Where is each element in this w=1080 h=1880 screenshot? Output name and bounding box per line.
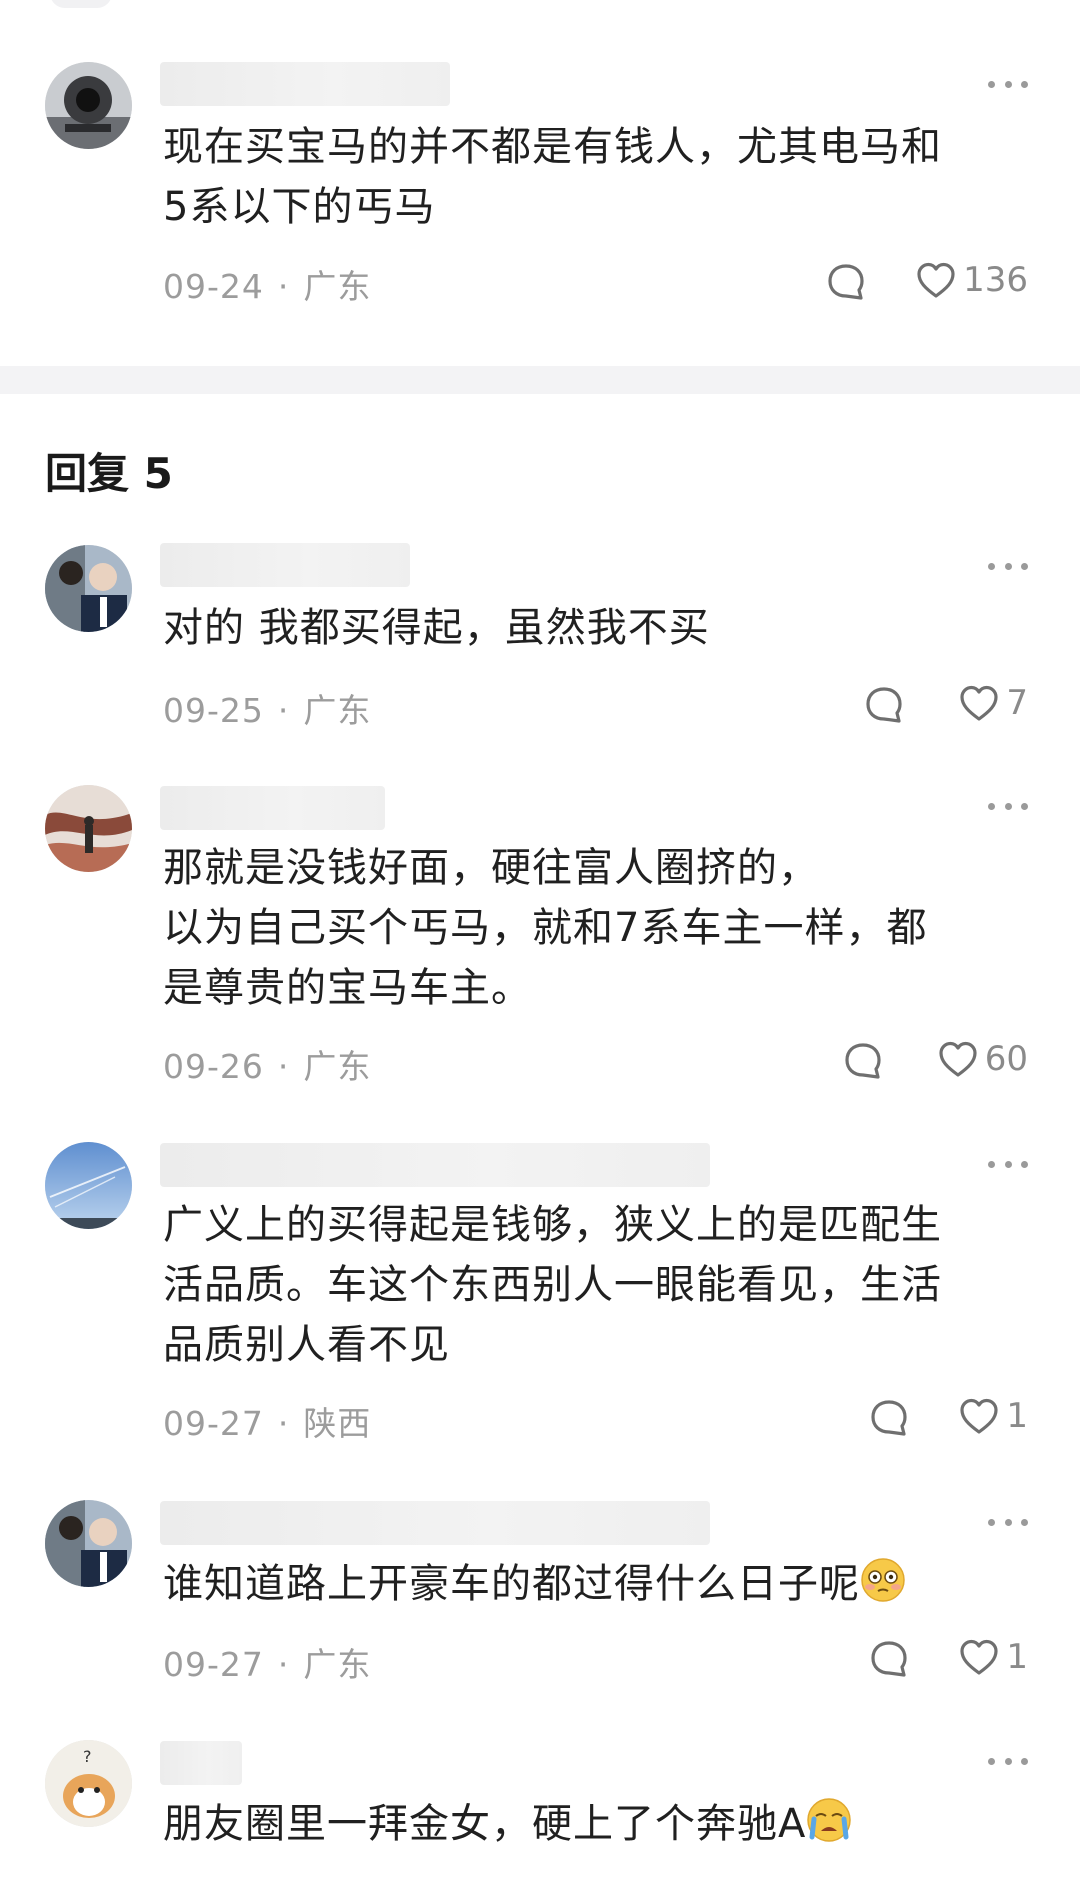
- comment-line: 现在买宝马的并不都是有钱人，尤其电马和: [163, 124, 942, 170]
- section-divider: [0, 366, 1080, 394]
- avatar[interactable]: [45, 1500, 132, 1587]
- comment-line-text: 谁知道路上开豪车的都过得什么日子呢: [163, 1561, 860, 1607]
- username-blurred[interactable]: [160, 62, 450, 106]
- comment-meta: 09-26 · 广东: [163, 1047, 372, 1086]
- comment-date: 09-26: [163, 1047, 264, 1086]
- comment-meta: 09-24 · 广东: [163, 267, 372, 306]
- comment-text: 谁知道路上开豪车的都过得什么日子呢: [163, 1554, 1023, 1614]
- like-button[interactable]: 1: [958, 1394, 1028, 1438]
- comment-location: 陕西: [303, 1404, 372, 1443]
- avatar[interactable]: [45, 62, 132, 149]
- username-blurred[interactable]: [160, 1741, 242, 1785]
- like-count: 1: [1006, 1396, 1028, 1436]
- comment-line: 对的 我都买得起，虽然我不买: [163, 605, 710, 651]
- flushed-face-emoji: [861, 1558, 905, 1602]
- more-dots-icon[interactable]: [988, 78, 1028, 90]
- heart-outline-icon: [939, 1041, 977, 1077]
- comment-meta: 09-27 · 广东: [163, 1645, 372, 1684]
- comment-text: 广义上的买得起是钱够，狭义上的是匹配生 活品质。车这个东西别人一眼能看见，生活 …: [163, 1195, 1023, 1375]
- previous-comment-pill: [50, 0, 112, 8]
- like-button[interactable]: 7: [958, 681, 1028, 725]
- heart-outline-icon: [917, 262, 955, 298]
- heart-outline-icon: [960, 1639, 998, 1675]
- comment-text: 朋友圈里一拜金女，硬上了个奔驰A: [163, 1794, 1023, 1854]
- more-dots-icon[interactable]: [988, 1516, 1028, 1528]
- heart-outline-icon: [960, 685, 998, 721]
- comment-meta: 09-25 · 广东: [163, 691, 372, 730]
- username-blurred[interactable]: [160, 1501, 710, 1545]
- avatar[interactable]: [45, 545, 132, 632]
- comment-bubble-icon[interactable]: [869, 1398, 909, 1438]
- like-count: 1: [1006, 1637, 1028, 1677]
- comment-bubble-icon[interactable]: [843, 1041, 883, 1081]
- like-button[interactable]: 136: [915, 258, 1028, 302]
- svg-text:?: ?: [83, 1747, 92, 1766]
- avatar[interactable]: [45, 785, 132, 872]
- like-count: 136: [963, 260, 1028, 300]
- more-dots-icon[interactable]: [988, 1158, 1028, 1170]
- more-dots-icon[interactable]: [988, 800, 1028, 812]
- comment-line: 活品质。车这个东西别人一眼能看见，生活: [163, 1262, 942, 1308]
- comment-location: 广东: [303, 691, 372, 730]
- comment-line: 以为自己买个丐马，就和7系车主一样，都: [163, 905, 928, 951]
- comment-location: 广东: [303, 1645, 372, 1684]
- comment-line: 谁知道路上开豪车的都过得什么日子呢: [163, 1554, 1023, 1614]
- comment-text: 现在买宝马的并不都是有钱人，尤其电马和 5系以下的丐马: [163, 117, 1023, 237]
- crying-face-emoji: [807, 1798, 852, 1842]
- comment-date: 09-25: [163, 691, 264, 730]
- username-blurred[interactable]: [160, 786, 385, 830]
- like-count: 7: [1006, 683, 1028, 723]
- comment-line: 品质别人看不见: [163, 1322, 450, 1368]
- comment-meta: 09-27 · 陕西: [163, 1404, 372, 1443]
- avatar[interactable]: [45, 1142, 132, 1229]
- comment-line: 那就是没钱好面，硬往富人圈挤的，: [163, 845, 819, 891]
- more-dots-icon[interactable]: [988, 560, 1028, 572]
- comment-location: 广东: [303, 1047, 372, 1086]
- comment-bubble-icon[interactable]: [869, 1639, 909, 1679]
- comment-line: 是尊贵的宝马车主。: [163, 965, 532, 1011]
- avatar[interactable]: ?: [45, 1740, 132, 1827]
- username-blurred[interactable]: [160, 543, 410, 587]
- username-blurred[interactable]: [160, 1143, 710, 1187]
- comment-text: 对的 我都买得起，虽然我不买: [163, 598, 1023, 658]
- comment-line: 5系以下的丐马: [163, 184, 436, 230]
- comment-bubble-icon[interactable]: [826, 262, 866, 302]
- comment-line: 朋友圈里一拜金女，硬上了个奔驰A: [163, 1794, 1023, 1854]
- comment-date: 09-27: [163, 1645, 264, 1684]
- like-button[interactable]: 60: [937, 1037, 1028, 1081]
- heart-outline-icon: [960, 1398, 998, 1434]
- more-dots-icon[interactable]: [988, 1755, 1028, 1767]
- comment-date: 09-27: [163, 1404, 264, 1443]
- comment-date: 09-24: [163, 267, 264, 306]
- replies-section-title: 回复 5: [45, 449, 173, 498]
- comment-line-text: 朋友圈里一拜金女，硬上了个奔驰A: [163, 1801, 807, 1847]
- like-count: 60: [984, 1039, 1028, 1079]
- comment-text: 那就是没钱好面，硬往富人圈挤的， 以为自己买个丐马，就和7系车主一样，都 是尊贵…: [163, 838, 1023, 1018]
- like-button[interactable]: 1: [958, 1635, 1028, 1679]
- comment-bubble-icon[interactable]: [864, 685, 904, 725]
- comment-location: 广东: [303, 267, 372, 306]
- comment-line: 广义上的买得起是钱够，狭义上的是匹配生: [163, 1202, 942, 1248]
